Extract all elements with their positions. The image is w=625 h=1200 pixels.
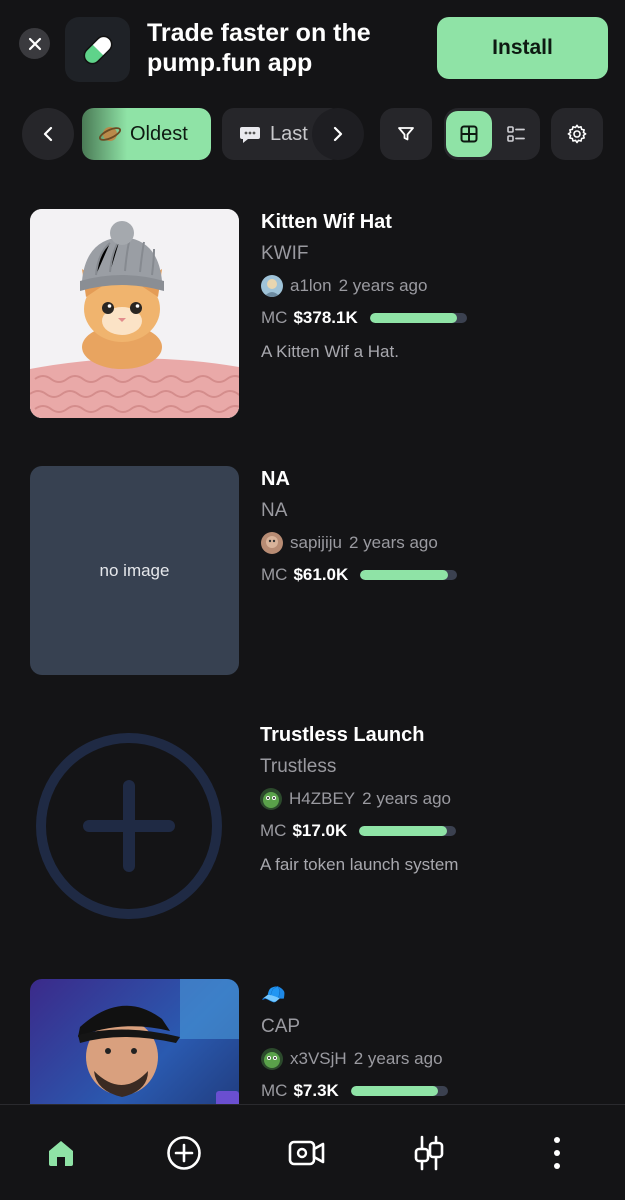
- nav-home[interactable]: [37, 1129, 85, 1177]
- avatar: [261, 1048, 283, 1070]
- bonding-progress-bar: [369, 313, 467, 323]
- avatar: [261, 275, 283, 297]
- close-banner-button[interactable]: [19, 28, 50, 59]
- market-cap: MC $61.0K: [261, 563, 601, 587]
- filter-button[interactable]: [380, 108, 432, 160]
- install-button[interactable]: Install: [437, 17, 608, 79]
- token-image-placeholder: no image: [30, 466, 239, 675]
- chevron-right-icon: [333, 126, 343, 142]
- grid-view-button[interactable]: [446, 111, 492, 157]
- market-cap: MC $17.0K: [260, 819, 600, 843]
- gear-icon: [567, 124, 587, 144]
- grid-icon: [460, 125, 478, 143]
- list-icon: [507, 126, 525, 142]
- create-icon: [167, 1136, 201, 1170]
- settings-button[interactable]: [551, 108, 603, 160]
- creator-name: H4ZBEY: [289, 789, 356, 808]
- market-cap: MC $378.1K: [261, 306, 601, 330]
- app-install-banner: Trade faster on the pump.fun app Install: [0, 0, 625, 98]
- token-age: 2 years ago: [362, 789, 451, 808]
- scroll-left-button[interactable]: [22, 108, 74, 160]
- avatar: [261, 532, 283, 554]
- token-info: Kitten Wif Hat KWIF a1lon 2 years ago MC…: [261, 209, 601, 364]
- pill-logo-icon: [65, 17, 130, 82]
- creator-name: a1lon: [290, 276, 332, 295]
- token-age: 2 years ago: [348, 533, 438, 552]
- nav-create[interactable]: [160, 1129, 208, 1177]
- token-name[interactable]: Trustless Launch: [260, 722, 600, 748]
- scroll-right-button[interactable]: [312, 108, 364, 160]
- market-cap-label: MC: [261, 565, 288, 584]
- token-name[interactable]: NA: [261, 466, 601, 492]
- banner-title: Trade faster on the pump.fun app: [147, 19, 371, 77]
- token-creator[interactable]: a1lon 2 years ago: [261, 274, 601, 298]
- live-video-icon: [288, 1140, 325, 1166]
- token-image: [30, 209, 239, 418]
- close-icon: [28, 37, 41, 50]
- token-info: 🧢 CAP x3VSjH 2 years ago MC $7.3K: [261, 982, 601, 1103]
- nav-charts[interactable]: [405, 1129, 453, 1177]
- token-age: 2 years ago: [353, 1049, 443, 1068]
- market-cap-value: $61.0K: [293, 565, 349, 584]
- token-image: [30, 722, 239, 931]
- chart-icon: [414, 1135, 444, 1171]
- market-cap-label: MC: [261, 1081, 288, 1100]
- filter-icon: [398, 127, 414, 141]
- market-cap-value: $17.0K: [292, 821, 348, 840]
- token-ticker: Trustless: [260, 756, 337, 777]
- token-creator[interactable]: sapijiju 2 years ago: [261, 531, 601, 555]
- more-icon: [554, 1137, 560, 1169]
- market-cap-label: MC: [260, 821, 287, 840]
- token-description: A Kitten Wif a Hat.: [261, 342, 399, 361]
- home-icon: [49, 1141, 73, 1166]
- ringed-planet-icon: [98, 127, 122, 141]
- token-description: A fair token launch system: [260, 855, 459, 874]
- token-ticker: KWIF: [261, 243, 309, 264]
- sort-last-label: Last: [270, 122, 308, 145]
- bottom-nav: [0, 1104, 625, 1200]
- filter-toolbar: Oldest Last: [0, 106, 625, 162]
- token-name[interactable]: Kitten Wif Hat: [261, 209, 601, 235]
- market-cap-label: MC: [261, 308, 288, 327]
- market-cap-value: $7.3K: [293, 1081, 339, 1100]
- speech-bubble-icon: [240, 127, 260, 143]
- token-ticker: NA: [261, 500, 288, 521]
- bonding-progress-bar: [350, 1086, 448, 1096]
- token-info: NA NA sapijiju 2 years ago MC $61.0K: [261, 466, 601, 587]
- nav-more[interactable]: [533, 1129, 581, 1177]
- bonding-progress-bar: [359, 826, 457, 836]
- sort-oldest-chip[interactable]: Oldest: [82, 108, 211, 160]
- bonding-progress-bar: [360, 570, 458, 580]
- token-creator[interactable]: H4ZBEY 2 years ago: [260, 787, 600, 811]
- token-name[interactable]: 🧢: [261, 982, 601, 1008]
- chevron-left-icon: [43, 126, 53, 142]
- token-info: Trustless Launch Trustless H4ZBEY 2 year…: [260, 722, 600, 877]
- creator-name: sapijiju: [290, 533, 342, 552]
- no-image-label: no image: [99, 560, 170, 580]
- token-age: 2 years ago: [338, 276, 428, 295]
- list-view-button[interactable]: [494, 111, 538, 157]
- market-cap: MC $7.3K: [261, 1079, 601, 1103]
- market-cap-value: $378.1K: [293, 308, 358, 327]
- nav-live[interactable]: [283, 1129, 331, 1177]
- sort-oldest-label: Oldest: [130, 122, 188, 145]
- creator-name: x3VSjH: [290, 1049, 347, 1068]
- token-ticker: CAP: [261, 1016, 301, 1037]
- view-toggle: [444, 108, 540, 160]
- token-creator[interactable]: x3VSjH 2 years ago: [261, 1047, 601, 1071]
- avatar: [260, 788, 282, 810]
